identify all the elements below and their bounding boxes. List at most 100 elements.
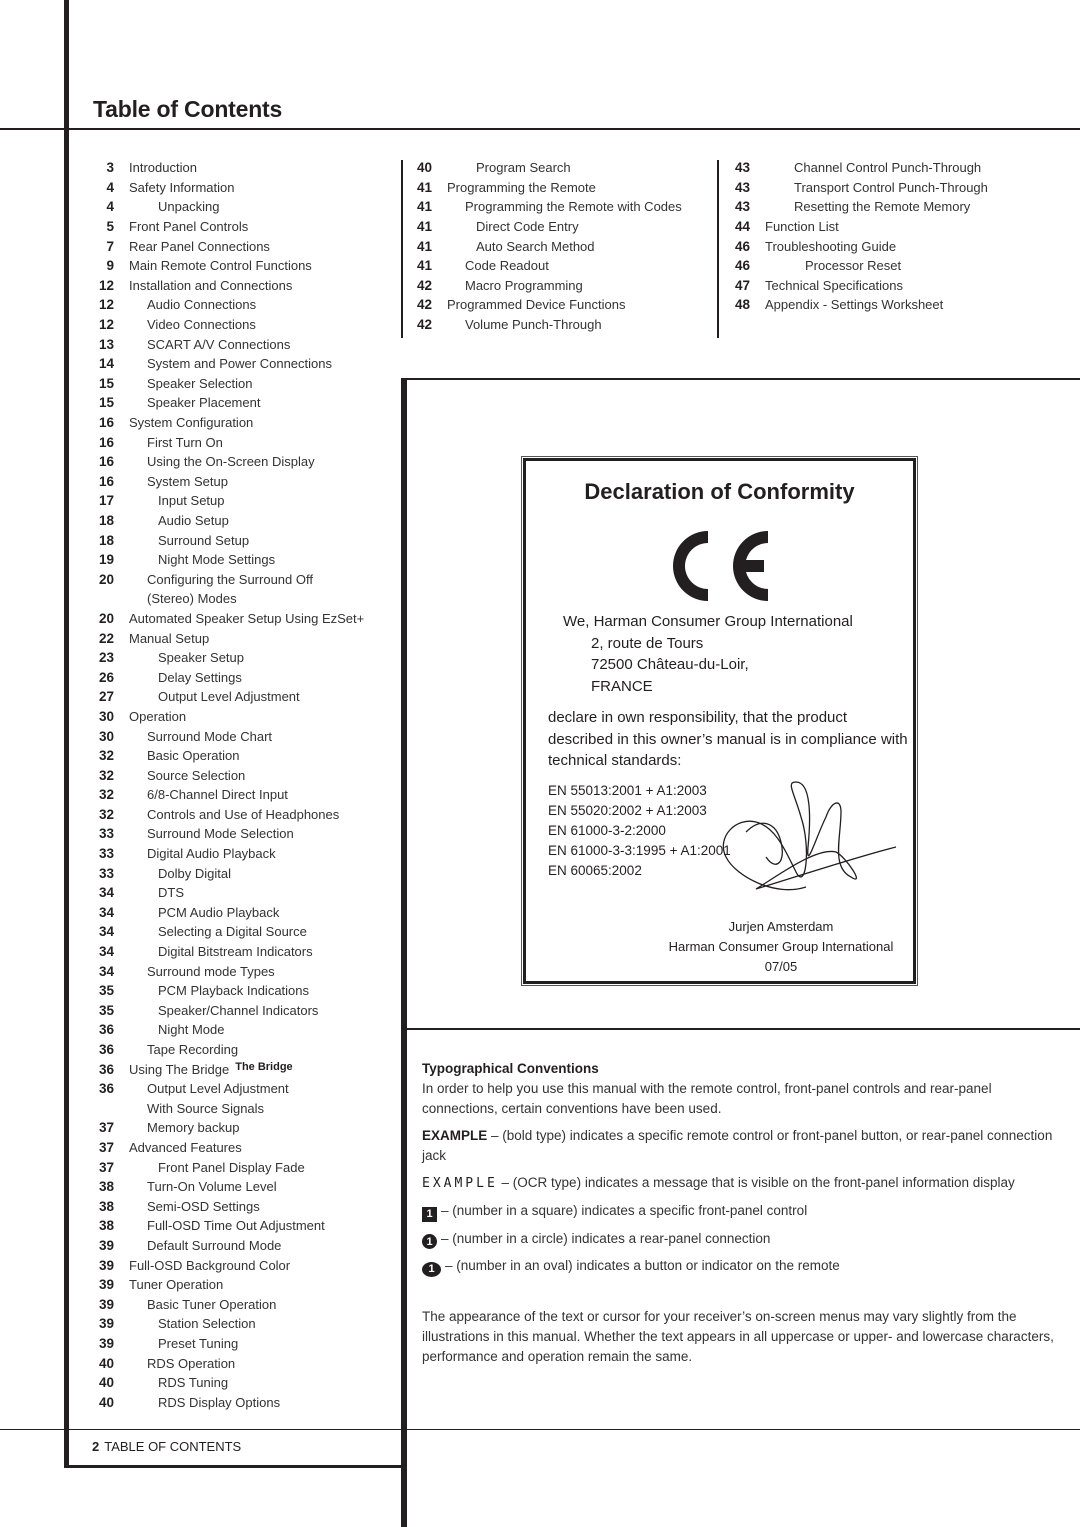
toc-entry[interactable]: 42 Macro Programming (404, 276, 704, 296)
toc-entry[interactable]: 35 Speaker/Channel Indicators (86, 1001, 386, 1021)
toc-entry[interactable]: 18 Audio Setup (86, 511, 386, 531)
toc-entry[interactable]: 41 Direct Code Entry (404, 217, 704, 237)
toc-entry[interactable]: 39 Default Surround Mode (86, 1236, 386, 1256)
toc-entry[interactable]: 15 Speaker Placement (86, 393, 386, 413)
toc-entry[interactable]: 34 Selecting a Digital Source (86, 922, 386, 942)
toc-entry[interactable]: 32 6/8-Channel Direct Input (86, 785, 386, 805)
toc-entry[interactable]: 4 Unpacking (86, 197, 386, 217)
toc-entry[interactable]: 34 DTS (86, 883, 386, 903)
toc-entry[interactable]: 13 SCART A/V Connections (86, 334, 386, 354)
toc-entry[interactable]: 34 PCM Audio Playback (86, 903, 386, 923)
bold-example: EXAMPLE (422, 1128, 488, 1143)
toc-entry-label: Surround mode Types (147, 963, 275, 979)
toc-entry[interactable]: 30 Operation (86, 707, 386, 727)
toc-entry[interactable]: 36 Tape Recording (86, 1040, 386, 1060)
toc-entry[interactable]: With Source Signals (86, 1099, 386, 1119)
toc-entry[interactable]: 39 Tuner Operation (86, 1275, 386, 1295)
toc-page-number: 16 (98, 415, 114, 431)
toc-entry-label: Night Mode Settings (158, 552, 276, 568)
toc-entry[interactable]: 16 First Turn On (86, 432, 386, 452)
toc-entry[interactable]: 33 Digital Audio Playback (86, 844, 386, 864)
toc-entry[interactable]: 38 Semi-OSD Settings (86, 1196, 386, 1216)
toc-entry[interactable]: 34 Surround mode Types (86, 961, 386, 981)
toc-entry[interactable]: 16 System Configuration (86, 413, 386, 433)
toc-entry[interactable]: 39 Station Selection (86, 1314, 386, 1334)
toc-entry[interactable]: 36 Output Level Adjustment (86, 1079, 386, 1099)
toc-entry-label: Processor Reset (805, 258, 902, 274)
toc-entry[interactable]: 44 Function List (722, 217, 1062, 237)
toc-entry[interactable]: 7 Rear Panel Connections (86, 236, 386, 256)
toc-entry[interactable]: 16 Using the On-Screen Display (86, 452, 386, 472)
toc-entry[interactable]: 15 Speaker Selection (86, 374, 386, 394)
toc-entry[interactable]: 17 Input Setup (86, 491, 386, 511)
toc-entry[interactable]: 26 Delay Settings (86, 667, 386, 687)
toc-entry[interactable]: 38 Full-OSD Time Out Adjustment (86, 1216, 386, 1236)
toc-entry-label: Rear Panel Connections (129, 238, 270, 254)
toc-entry-label: Controls and Use of Headphones (147, 806, 340, 822)
toc-entry[interactable]: 46 Troubleshooting Guide (722, 236, 1062, 256)
toc-entry[interactable]: 32 Source Selection (86, 765, 386, 785)
toc-entry[interactable]: 36 Night Mode (86, 1020, 386, 1040)
toc-entry[interactable]: 9 Main Remote Control Functions (86, 256, 386, 276)
toc-entry[interactable]: 27 Output Level Adjustment (86, 687, 386, 707)
toc-entry[interactable]: 35 PCM Playback Indications (86, 981, 386, 1001)
toc-entry[interactable]: 5 Front Panel Controls (86, 217, 386, 237)
toc-entry[interactable]: 42 Volume Punch-Through (404, 315, 704, 335)
toc-page-number: 42 (416, 317, 432, 333)
toc-entry[interactable]: 43 Transport Control Punch-Through (722, 178, 1062, 198)
toc-entry[interactable]: 39 Preset Tuning (86, 1334, 386, 1354)
toc-page-number: 3 (106, 160, 114, 176)
toc-entry[interactable]: 4 Safety Information (86, 178, 386, 198)
toc-entry[interactable]: 12 Video Connections (86, 315, 386, 335)
toc-entry[interactable]: 43 Resetting the Remote Memory (722, 197, 1062, 217)
toc-entry[interactable]: 43 Channel Control Punch-Through (722, 158, 1062, 178)
toc-entry[interactable]: 22 Manual Setup (86, 628, 386, 648)
toc-entry[interactable]: (Stereo) Modes (86, 589, 386, 609)
toc-entry[interactable]: 39 Basic Tuner Operation (86, 1294, 386, 1314)
toc-entry[interactable]: 12 Audio Connections (86, 295, 386, 315)
toc-entry[interactable]: 32 Basic Operation (86, 746, 386, 766)
toc-entry[interactable]: 41 Programming the Remote with Codes (404, 197, 704, 217)
toc-column-1: 3 Introduction 4 Safety Information 4 Unpacki… (86, 158, 386, 1412)
toc-entry[interactable]: 20 Configuring the Surround Off (86, 569, 386, 589)
toc-entry[interactable]: 19 Night Mode Settings (86, 550, 386, 570)
toc-entry[interactable]: 40 RDS Operation (86, 1353, 386, 1373)
toc-entry-label: Output Level Adjustment (147, 1081, 289, 1097)
toc-page-number: 48 (734, 297, 750, 313)
toc-entry[interactable]: 41 Programming the Remote (404, 178, 704, 198)
toc-entry[interactable]: 42 Programmed Device Functions (404, 295, 704, 315)
toc-entry[interactable]: 46 Processor Reset (722, 256, 1062, 276)
toc-entry[interactable]: 39 Full-OSD Background Color (86, 1255, 386, 1275)
toc-entry-label: Tape Recording (147, 1042, 239, 1058)
toc-entry-label: Transport Control Punch-Through (794, 179, 988, 195)
toc-entry[interactable]: 37 Advanced Features (86, 1138, 386, 1158)
typographical-conventions: Typographical Conventions In order to he… (422, 1059, 1062, 1374)
toc-page-number: 32 (98, 787, 114, 803)
toc-entry[interactable]: 16 System Setup (86, 472, 386, 492)
toc-entry[interactable]: 41 Auto Search Method (404, 236, 704, 256)
toc-entry[interactable]: 47 Technical Specifications (722, 276, 1062, 296)
toc-entry[interactable]: 36 Using The Bridge The Bridge (86, 1059, 386, 1079)
toc-entry[interactable]: 23 Speaker Setup (86, 648, 386, 668)
toc-entry[interactable]: 12 Installation and Connections (86, 276, 386, 296)
toc-entry[interactable]: 14 System and Power Connections (86, 354, 386, 374)
toc-page-number: 33 (98, 826, 114, 842)
toc-entry[interactable]: 33 Dolby Digital (86, 863, 386, 883)
toc-page-number: 41 (416, 238, 432, 254)
toc-entry[interactable]: 34 Digital Bitstream Indicators (86, 942, 386, 962)
toc-entry[interactable]: 32 Controls and Use of Headphones (86, 805, 386, 825)
toc-entry[interactable]: 40 RDS Display Options (86, 1392, 386, 1412)
toc-entry[interactable]: 38 Turn-On Volume Level (86, 1177, 386, 1197)
toc-entry[interactable]: 48 Appendix - Settings Worksheet (722, 295, 1062, 315)
toc-entry[interactable]: 37 Memory backup (86, 1118, 386, 1138)
toc-entry[interactable]: 3 Introduction (86, 158, 386, 178)
toc-page-number: 37 (98, 1120, 114, 1136)
toc-entry[interactable]: 30 Surround Mode Chart (86, 726, 386, 746)
toc-entry[interactable]: 40 Program Search (404, 158, 704, 178)
toc-entry[interactable]: 41 Code Readout (404, 256, 704, 276)
toc-entry[interactable]: 40 RDS Tuning (86, 1373, 386, 1393)
toc-entry[interactable]: 20 Automated Speaker Setup Using EzSet+ (86, 609, 386, 629)
toc-entry[interactable]: 37 Front Panel Display Fade (86, 1157, 386, 1177)
toc-entry[interactable]: 33 Surround Mode Selection (86, 824, 386, 844)
toc-entry[interactable]: 18 Surround Setup (86, 530, 386, 550)
